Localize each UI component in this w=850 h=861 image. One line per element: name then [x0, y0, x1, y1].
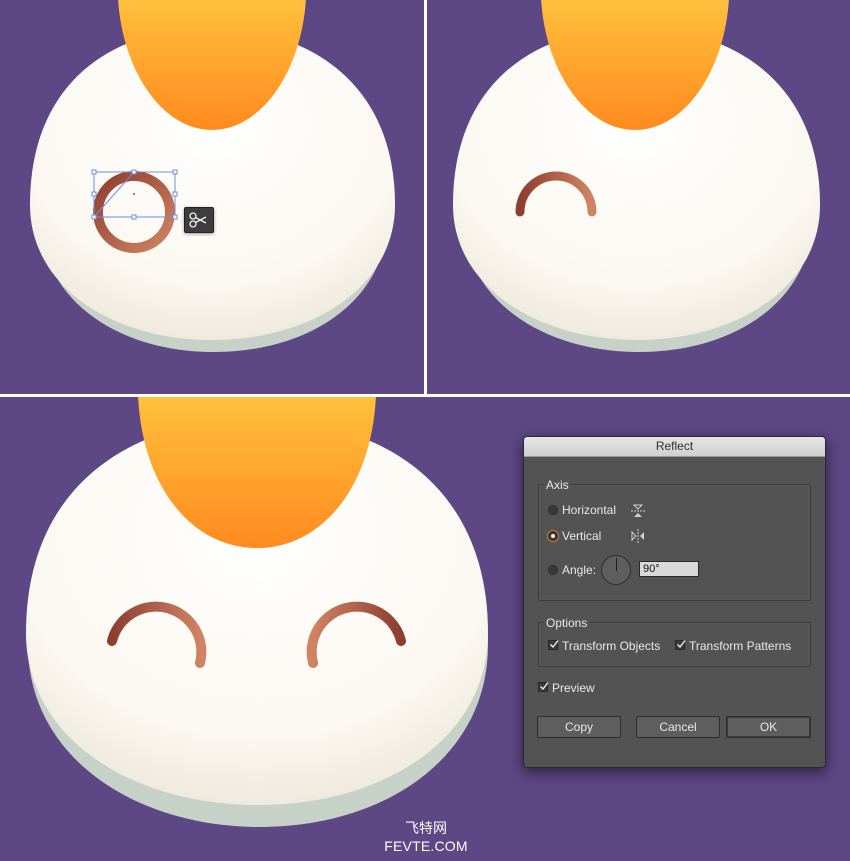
dialog-title: Reflect: [524, 437, 825, 457]
preview-checkbox[interactable]: [538, 682, 549, 692]
reflect-dialog: Reflect Axis Horizontal Vertical Angle: …: [523, 436, 826, 768]
canvas-panel-top-left: [0, 0, 424, 394]
transform-objects-checkbox[interactable]: [548, 640, 559, 650]
checkmark-icon: [550, 640, 559, 649]
reflect-vertical-icon: [631, 529, 644, 543]
angle-input[interactable]: 90°: [639, 561, 699, 577]
watermark: 飞特网 FEVTE.COM: [378, 819, 474, 855]
vertical-radio[interactable]: [548, 531, 558, 541]
preview-label[interactable]: Preview: [552, 681, 595, 695]
watermark-chinese: 飞特网: [405, 820, 447, 836]
watermark-url: FEVTE.COM: [384, 838, 468, 854]
transform-patterns-checkbox[interactable]: [675, 640, 686, 650]
transform-objects-label[interactable]: Transform Objects: [562, 639, 660, 653]
scissors-icon: [189, 212, 207, 228]
cancel-button[interactable]: Cancel: [636, 716, 720, 738]
angle-radio[interactable]: [548, 565, 558, 575]
horizontal-label[interactable]: Horizontal: [562, 503, 616, 517]
horizontal-radio[interactable]: [548, 505, 558, 515]
scissors-tool-cursor[interactable]: [184, 207, 214, 233]
options-legend: Options: [544, 616, 590, 630]
canvas-panel-top-right: [427, 0, 850, 394]
ok-button[interactable]: OK: [726, 716, 811, 738]
reflect-horizontal-icon: [631, 504, 645, 517]
egg-illustration: [30, 0, 395, 352]
egg-illustration: [453, 0, 820, 352]
axis-legend: Axis: [544, 478, 571, 492]
vertical-label[interactable]: Vertical: [562, 529, 601, 543]
copy-button[interactable]: Copy: [537, 716, 621, 738]
transform-patterns-label[interactable]: Transform Patterns: [689, 639, 791, 653]
checkmark-icon: [677, 640, 686, 649]
checkmark-icon: [540, 682, 549, 691]
angle-dial[interactable]: [601, 555, 631, 585]
angle-label[interactable]: Angle:: [562, 563, 596, 577]
